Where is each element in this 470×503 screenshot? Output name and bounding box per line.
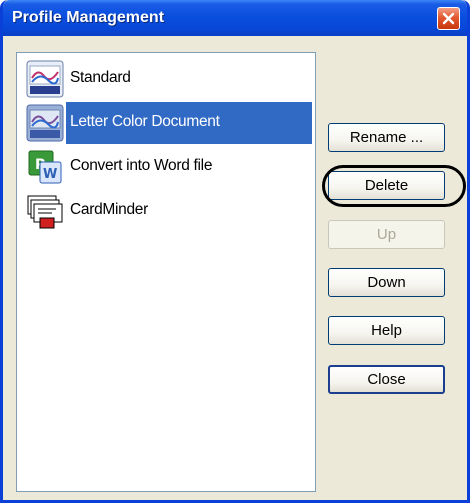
svg-text:W: W [43,167,57,182]
list-item-label: Letter Color Document [70,113,220,130]
list-item-label: Standard [70,69,131,86]
cardminder-icon [27,195,63,229]
list-item-standard[interactable]: Standard [20,58,312,100]
close-window-button[interactable] [437,7,460,30]
list-item-label: Convert into Word file [70,157,213,174]
help-button[interactable]: Help [328,316,445,345]
list-item-label: CardMinder [70,201,148,218]
list-item-convert-into-word-file[interactable]: P W Convert into Word file [20,146,312,188]
window-title: Profile Management [12,9,165,26]
list-item-letter-color-document[interactable]: Letter Color Document [20,102,312,144]
delete-button-callout [322,165,466,207]
title-bar[interactable]: Profile Management [3,0,467,36]
down-button[interactable]: Down [328,268,445,297]
list-item-cardminder[interactable]: CardMinder [20,190,312,232]
standard-profile-icon [26,60,64,98]
word-file-icon: P W [28,150,62,184]
profile-management-dialog: Profile Management Standard Letter Color… [0,0,470,503]
rename-button[interactable]: Rename ... [328,123,445,152]
close-button[interactable]: Close [328,365,445,394]
letter-color-document-icon [26,104,64,142]
close-icon [442,12,455,25]
profile-list[interactable]: Standard Letter Color Document P W Conve… [16,52,316,492]
up-button[interactable]: Up [328,220,445,249]
